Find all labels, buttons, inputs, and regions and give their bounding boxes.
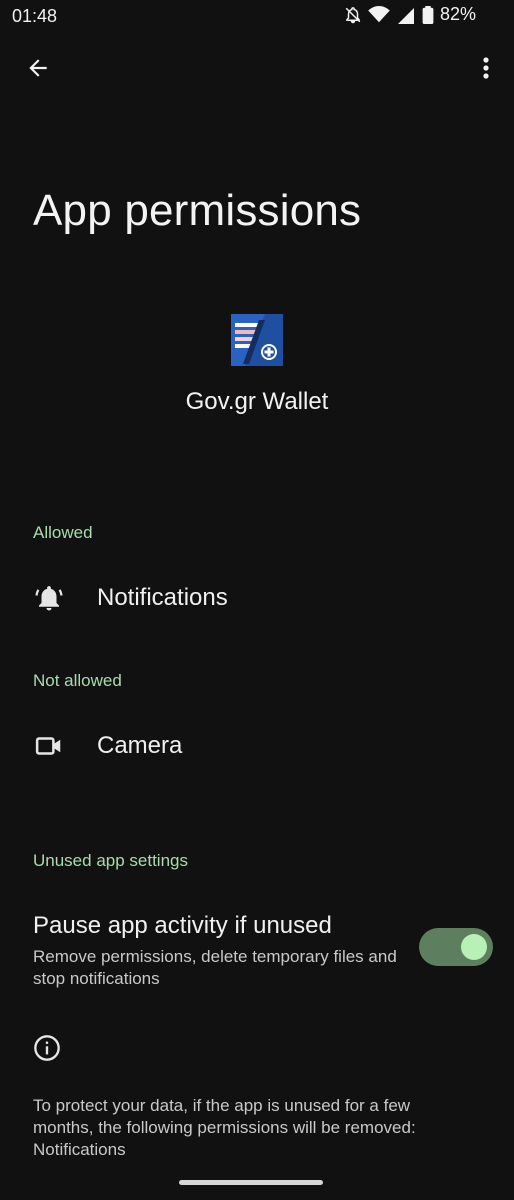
pause-app-activity-toggle[interactable] <box>419 928 493 966</box>
battery-percent: 82% <box>439 4 476 24</box>
permission-camera[interactable]: Camera <box>0 714 514 778</box>
more-vert-icon <box>482 56 490 85</box>
wifi-icon <box>368 5 390 24</box>
app-name: Gov.gr Wallet <box>185 388 329 415</box>
bell-icon <box>33 582 65 614</box>
section-allowed-label: Allowed <box>33 523 93 542</box>
videocam-icon <box>33 730 65 762</box>
status-icons: 82% <box>344 4 476 25</box>
app-icon <box>231 314 283 366</box>
notifications-off-icon <box>344 6 362 24</box>
gesture-nav-handle[interactable] <box>179 1180 323 1185</box>
signal-icon <box>396 6 416 24</box>
toggle-knob <box>461 934 487 960</box>
status-time: 01:48 <box>12 6 58 26</box>
battery-icon <box>422 5 434 24</box>
pause-app-activity-title: Pause app activity if unused <box>33 912 332 939</box>
info-icon <box>33 1034 61 1067</box>
section-not-allowed-label: Not allowed <box>33 671 122 690</box>
more-options-button[interactable] <box>470 52 502 88</box>
pause-app-activity-description: Remove permissions, delete temporary fil… <box>33 947 397 988</box>
page-title: App permissions <box>33 186 362 235</box>
permission-label: Camera <box>97 732 183 759</box>
section-unused-label: Unused app settings <box>33 851 188 870</box>
info-text: To protect your data, if the app is unus… <box>33 1096 416 1159</box>
back-button[interactable] <box>18 52 58 88</box>
permission-label: Notifications <box>97 584 228 611</box>
permission-notifications[interactable]: Notifications <box>0 566 514 630</box>
arrow-back-icon <box>25 55 51 86</box>
